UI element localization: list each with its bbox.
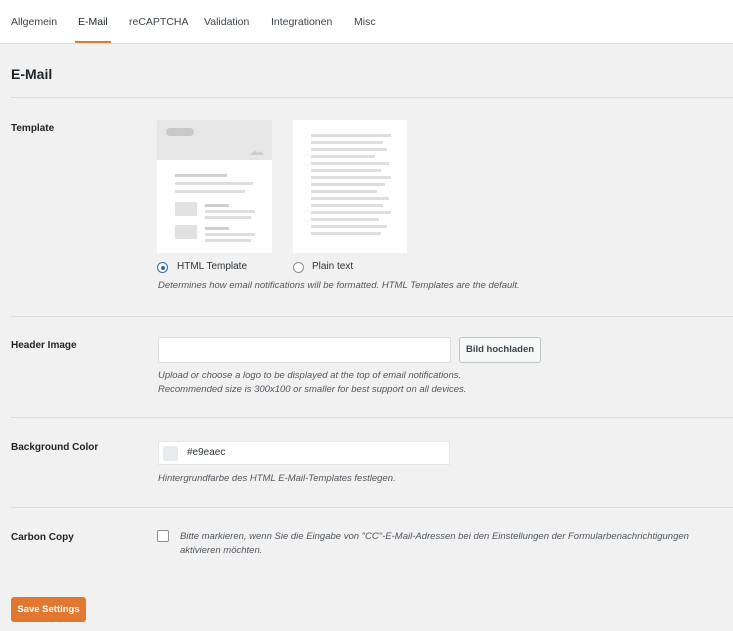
preview-line: [311, 211, 391, 214]
color-value[interactable]: #e9eaec: [187, 442, 225, 464]
divider: [11, 316, 733, 317]
background-color-label: Background Color: [11, 442, 99, 453]
upload-image-button[interactable]: Bild hochladen: [459, 337, 541, 363]
preview-line: [311, 148, 387, 151]
page-title: E-Mail: [11, 66, 53, 82]
preview-line: [311, 183, 385, 186]
html-template-preview[interactable]: [157, 120, 272, 253]
divider: [11, 97, 733, 98]
cloud-icon: [250, 150, 264, 155]
template-description: Determines how email notifications will …: [158, 280, 520, 291]
preview-line: [205, 233, 255, 236]
html-template-radio[interactable]: [157, 262, 168, 273]
settings-tabs: Allgemein E-Mail reCAPTCHA Validation In…: [0, 0, 733, 44]
preview-logo: [166, 128, 194, 136]
tab-allgemein[interactable]: Allgemein: [11, 0, 57, 43]
carbon-copy-label: Carbon Copy: [11, 532, 74, 543]
preview-line: [311, 218, 379, 221]
preview-line: [311, 176, 391, 179]
tab-misc[interactable]: Misc: [354, 0, 376, 43]
divider: [11, 507, 733, 508]
template-label: Template: [11, 123, 55, 134]
preview-line: [311, 232, 381, 235]
preview-line: [311, 204, 383, 207]
tab-email[interactable]: E-Mail: [75, 0, 111, 43]
preview-line: [311, 197, 389, 200]
save-settings-button[interactable]: Save Settings: [11, 597, 86, 622]
header-image-label: Header Image: [11, 340, 77, 351]
preview-line: [205, 204, 229, 207]
preview-image: [175, 202, 197, 216]
preview-line: [175, 174, 227, 177]
html-template-radio-label[interactable]: HTML Template: [177, 261, 247, 272]
background-color-picker[interactable]: #e9eaec: [158, 441, 450, 465]
preview-line: [205, 210, 255, 213]
preview-line: [311, 162, 389, 165]
preview-line: [311, 225, 387, 228]
preview-line: [175, 182, 253, 185]
preview-line: [311, 155, 375, 158]
carbon-copy-text: Bitte markieren, wenn Sie die Eingabe vo…: [180, 531, 689, 556]
preview-line: [311, 190, 377, 193]
preview-image: [175, 225, 197, 239]
preview-line: [311, 169, 381, 172]
tab-integrationen[interactable]: Integrationen: [271, 0, 332, 43]
preview-line: [175, 190, 245, 193]
tab-validation[interactable]: Validation: [204, 0, 249, 43]
header-image-description-line2: Recommended size is 300x100 or smaller f…: [158, 384, 467, 395]
plain-text-radio[interactable]: [293, 262, 304, 273]
background-color-description: Hintergrundfarbe des HTML E-Mail-Templat…: [158, 473, 396, 484]
header-image-description-line1: Upload or choose a logo to be displayed …: [158, 370, 462, 381]
preview-line: [311, 141, 383, 144]
header-image-input[interactable]: [158, 337, 451, 363]
carbon-copy-checkbox[interactable]: [157, 530, 169, 542]
preview-line: [205, 216, 251, 219]
preview-line: [205, 227, 229, 230]
plain-text-preview[interactable]: [293, 120, 407, 253]
preview-header: [157, 120, 272, 160]
preview-line: [311, 134, 391, 137]
divider: [11, 417, 733, 418]
plain-text-radio-label[interactable]: Plain text: [312, 261, 353, 272]
preview-line: [205, 239, 251, 242]
color-swatch[interactable]: [163, 446, 178, 461]
tab-recaptcha[interactable]: reCAPTCHA: [129, 0, 189, 43]
